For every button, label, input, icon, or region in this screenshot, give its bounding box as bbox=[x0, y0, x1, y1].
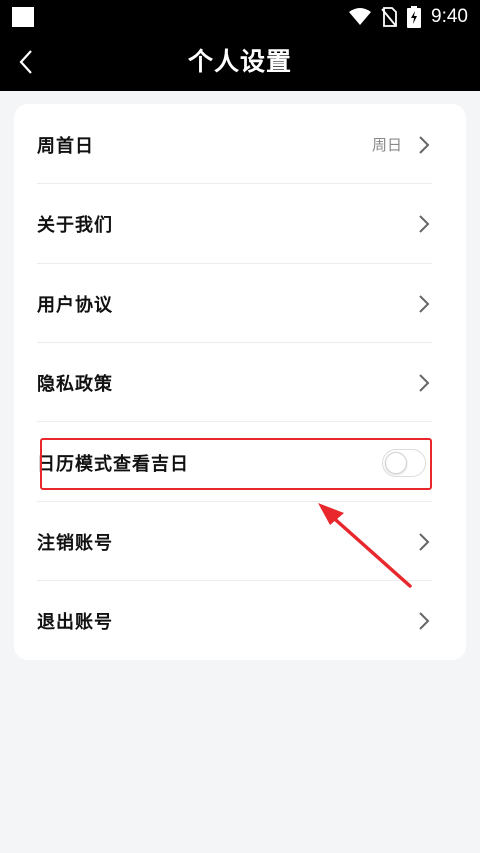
header-bar: 个人设置 bbox=[0, 33, 480, 91]
no-sim-icon bbox=[381, 7, 397, 27]
notification-icon bbox=[12, 7, 34, 27]
divider bbox=[37, 421, 432, 422]
about-us-label: 关于我们 bbox=[37, 214, 113, 236]
privacy-policy-row[interactable]: 隐私政策 bbox=[37, 343, 432, 422]
logout-label: 退出账号 bbox=[37, 611, 113, 633]
chevron-right-icon bbox=[416, 214, 432, 234]
user-agreement-row[interactable]: 用户协议 bbox=[37, 264, 432, 343]
privacy-policy-label: 隐私政策 bbox=[37, 373, 113, 395]
chevron-right-icon bbox=[416, 294, 432, 314]
wifi-icon bbox=[349, 8, 372, 25]
first-day-of-week-row[interactable]: 周首日 周日 bbox=[37, 105, 432, 184]
first-day-label: 周首日 bbox=[37, 135, 94, 157]
first-day-value: 周日 bbox=[371, 136, 402, 154]
status-icons: 9:40 bbox=[349, 5, 468, 29]
chevron-right-icon bbox=[416, 373, 432, 393]
page-title: 个人设置 bbox=[187, 47, 292, 76]
annotation-arrow-icon bbox=[318, 503, 412, 588]
about-us-row[interactable]: 关于我们 bbox=[37, 184, 432, 263]
highlight-box bbox=[40, 438, 432, 490]
battery-charging-icon bbox=[407, 6, 422, 28]
clock: 9:40 bbox=[431, 6, 468, 27]
chevron-right-icon bbox=[416, 135, 432, 155]
status-bar: 9:40 bbox=[0, 0, 480, 33]
user-agreement-label: 用户协议 bbox=[37, 294, 113, 316]
chevron-right-icon bbox=[416, 611, 432, 631]
